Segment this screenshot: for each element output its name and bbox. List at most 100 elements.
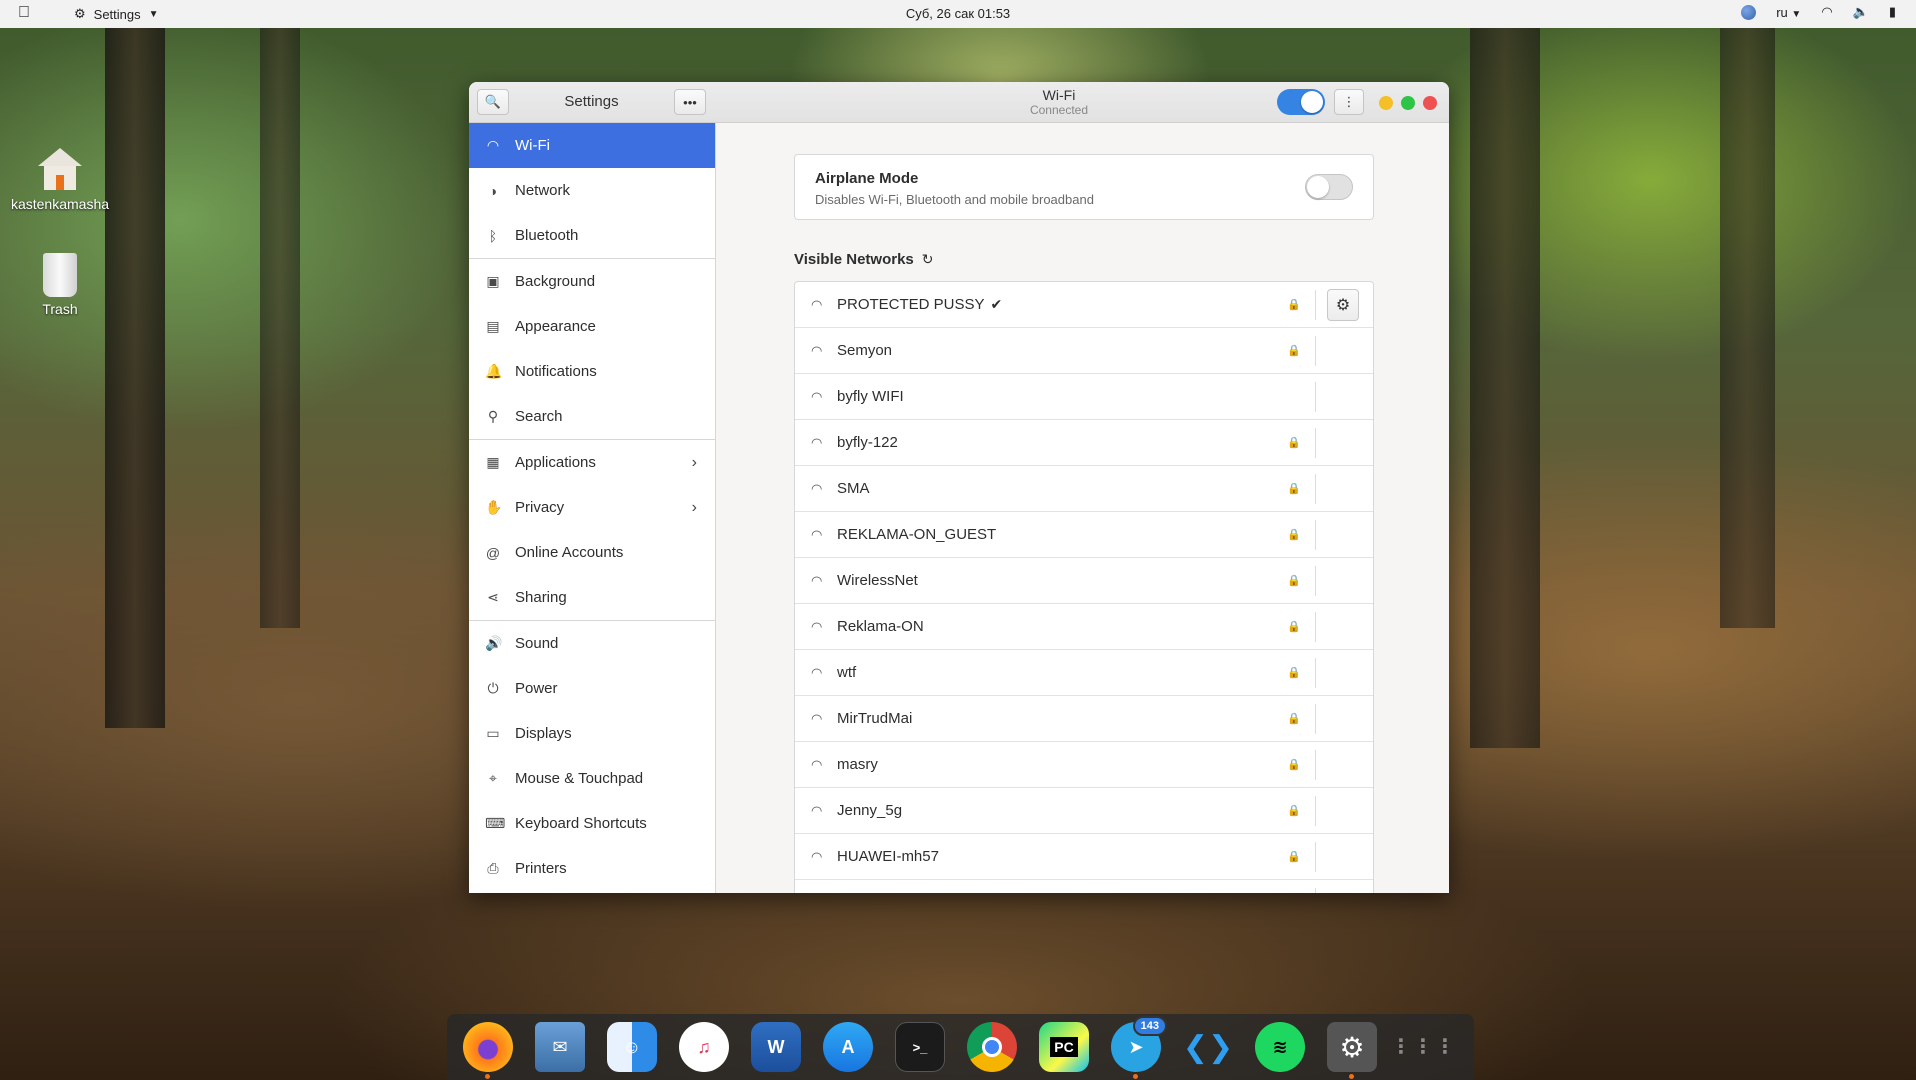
wifi-panel: Airplane Mode Disables Wi-Fi, Bluetooth … — [716, 123, 1449, 893]
close-button[interactable] — [1423, 96, 1437, 110]
network-name: PROTECTED PUSSY — [837, 296, 985, 313]
dock-settings[interactable]: ⚙ — [1327, 1022, 1377, 1079]
bluetooth-icon: ᛒ — [488, 227, 498, 244]
sidebar-item-online-accounts[interactable]: @ Online Accounts — [469, 530, 715, 575]
user-avatar-icon[interactable] — [1741, 4, 1757, 20]
gear-icon: ⚙ — [74, 6, 86, 21]
minimize-button[interactable] — [1379, 96, 1393, 110]
network-row[interactable]: ◠ REKLAMA-ON_GUEST 🔒 — [795, 512, 1373, 558]
wifi-menu-button[interactable]: ⋮ — [1334, 89, 1364, 115]
desktop-icon-trash[interactable]: Trash — [0, 253, 120, 317]
refresh-spinner-icon: ↻ — [921, 251, 934, 267]
network-name: Reklama-ON — [837, 618, 924, 635]
network-row[interactable]: ◠ WirelessNet 🔒 — [795, 558, 1373, 604]
network-row[interactable]: ◠ masry 🔒 — [795, 742, 1373, 788]
network-row[interactable]: ◠ byfly-122 🔒 — [795, 420, 1373, 466]
network-row[interactable]: ◠ byfly WIFI — [795, 374, 1373, 420]
sidebar-item-printers[interactable]: ⎙ Printers — [469, 846, 715, 891]
settings-window: 🔍 Settings ••• Wi-Fi Connected ⋮ ◠ Wi-Fi … — [469, 82, 1449, 893]
sidebar-item-power[interactable]: ⏻ Power — [469, 666, 715, 711]
dock-firefox[interactable] — [463, 1022, 513, 1079]
lock-icon: 🔒 — [1287, 299, 1301, 311]
chevron-right-icon: › — [691, 453, 697, 471]
airplane-mode-toggle[interactable] — [1305, 174, 1353, 200]
sidebar-item-background[interactable]: ▣ Background — [469, 259, 715, 304]
language-indicator[interactable]: ru ▼ — [1776, 5, 1801, 20]
battery-icon[interactable]: ▮ — [1889, 4, 1896, 20]
apple-menu-icon[interactable]:  — [18, 4, 30, 22]
dock-telegram[interactable]: ➤ 143 — [1111, 1016, 1167, 1079]
network-row[interactable]: ◠ Semyon 🔒 — [795, 328, 1373, 374]
desktop-icon-home[interactable]: kastenkamasha — [0, 148, 120, 212]
volume-icon[interactable]: 🔈 — [1853, 4, 1869, 20]
search-button[interactable]: 🔍 — [477, 89, 509, 115]
network-row[interactable]: ◠ wtf 🔒 — [795, 650, 1373, 696]
sidebar-item-label: Printers — [515, 860, 567, 877]
keyboard-icon: ⌨ — [485, 815, 506, 831]
network-row[interactable] — [795, 880, 1373, 893]
sidebar-item-displays[interactable]: ▭ Displays — [469, 711, 715, 756]
vertical-dots-icon: ⋮ — [1342, 94, 1356, 109]
sidebar: ◠ Wi-Fi ◑ Network ᛒ Bluetooth ▣ Background ▤… — [469, 123, 716, 893]
wifi-status-icon[interactable]: ◠ — [1821, 4, 1832, 20]
sidebar-item-privacy[interactable]: ✋ Privacy › — [469, 485, 715, 530]
dock-app-grid[interactable]: ⋮⋮⋮ — [1391, 1022, 1455, 1072]
sidebar-item-sound[interactable]: 🔊 Sound — [469, 621, 715, 666]
maximize-button[interactable] — [1401, 96, 1415, 110]
sidebar-item-label: Displays — [515, 725, 572, 742]
network-row[interactable]: ◠ Jenny_5g 🔒 — [795, 788, 1373, 834]
network-row[interactable]: ◠ Reklama-ON 🔒 — [795, 604, 1373, 650]
sidebar-item-keyboard[interactable]: ⌨ Keyboard Shortcuts — [469, 801, 715, 846]
network-name: Semyon — [837, 342, 893, 359]
dock-mail[interactable]: ✉ — [535, 1022, 585, 1072]
app-menu[interactable]: ⚙ Settings ▼ — [74, 6, 159, 22]
network-row[interactable]: ◠ HUAWEI-mh57 🔒 — [795, 834, 1373, 880]
running-indicator — [1133, 1074, 1138, 1079]
wifi-signal-icon: ◠ — [811, 296, 823, 312]
language-label: ru — [1776, 4, 1788, 20]
sidebar-item-notifications[interactable]: 🔔 Notifications — [469, 349, 715, 394]
dock-pycharm[interactable]: PC — [1039, 1022, 1089, 1072]
network-row[interactable]: ◠ SMA 🔒 — [795, 466, 1373, 512]
home-folder-icon — [38, 148, 82, 192]
wifi-toggle[interactable] — [1277, 89, 1325, 115]
airplane-mode-row[interactable]: Airplane Mode Disables Wi-Fi, Bluetooth … — [794, 154, 1374, 220]
lock-icon: 🔒 — [1287, 483, 1301, 495]
sidebar-item-applications[interactable]: ▦ Applications › — [469, 440, 715, 485]
network-icon: ◑ — [488, 182, 498, 199]
sidebar-item-label: Wi-Fi — [515, 137, 550, 154]
applications-icon: ▦ — [486, 454, 500, 470]
dock-writer[interactable]: W — [751, 1022, 801, 1072]
search-icon: 🔍 — [484, 94, 502, 109]
sidebar-item-appearance[interactable]: ▤ Appearance — [469, 304, 715, 349]
network-row[interactable]: ◠ PROTECTED PUSSY ✔ 🔒 ⚙ — [795, 282, 1373, 328]
clock[interactable]: Суб, 26 сак 01:53 — [906, 6, 1010, 21]
dock-app-store[interactable]: A — [823, 1022, 873, 1072]
sidebar-item-mouse[interactable]: ⌖ Mouse & Touchpad — [469, 756, 715, 801]
dock-music[interactable]: ♫ — [679, 1022, 729, 1072]
dock-finder[interactable]: ☺ — [607, 1022, 657, 1072]
network-row[interactable]: ◠ MirTrudMai 🔒 — [795, 696, 1373, 742]
dock-chrome[interactable] — [967, 1022, 1017, 1072]
dock-vscode[interactable]: ❮❯ — [1183, 1022, 1233, 1072]
sidebar-item-search[interactable]: ⚲ Search — [469, 394, 715, 439]
checkmark-icon: ✔ — [990, 296, 1003, 312]
sidebar-item-sharing[interactable]: ⋖ Sharing — [469, 575, 715, 620]
chevron-down-icon: ▼ — [148, 8, 159, 20]
primary-menu-button[interactable]: ••• — [674, 89, 706, 115]
network-settings-button[interactable]: ⚙ — [1327, 289, 1359, 321]
dock: ✉ ☺ ♫ W A >_ PC ➤ 143 ❮❯ ≋ ⚙ ⋮⋮⋮ — [447, 1014, 1474, 1080]
sidebar-item-wifi[interactable]: ◠ Wi-Fi — [469, 123, 715, 168]
network-name: SMA — [837, 480, 870, 497]
page-subtitle: Connected — [1029, 103, 1089, 117]
dock-spotify[interactable]: ≋ — [1255, 1022, 1305, 1072]
network-name: WirelessNet — [837, 572, 918, 589]
background-icon: ▣ — [486, 273, 500, 289]
appearance-icon: ▤ — [486, 318, 500, 334]
sidebar-item-label: Appearance — [515, 318, 596, 335]
row-separator — [1315, 612, 1316, 642]
sidebar-item-network[interactable]: ◑ Network — [469, 168, 715, 213]
dock-terminal[interactable]: >_ — [895, 1022, 945, 1072]
sidebar-item-bluetooth[interactable]: ᛒ Bluetooth — [469, 213, 715, 258]
chevron-right-icon: › — [691, 498, 697, 516]
